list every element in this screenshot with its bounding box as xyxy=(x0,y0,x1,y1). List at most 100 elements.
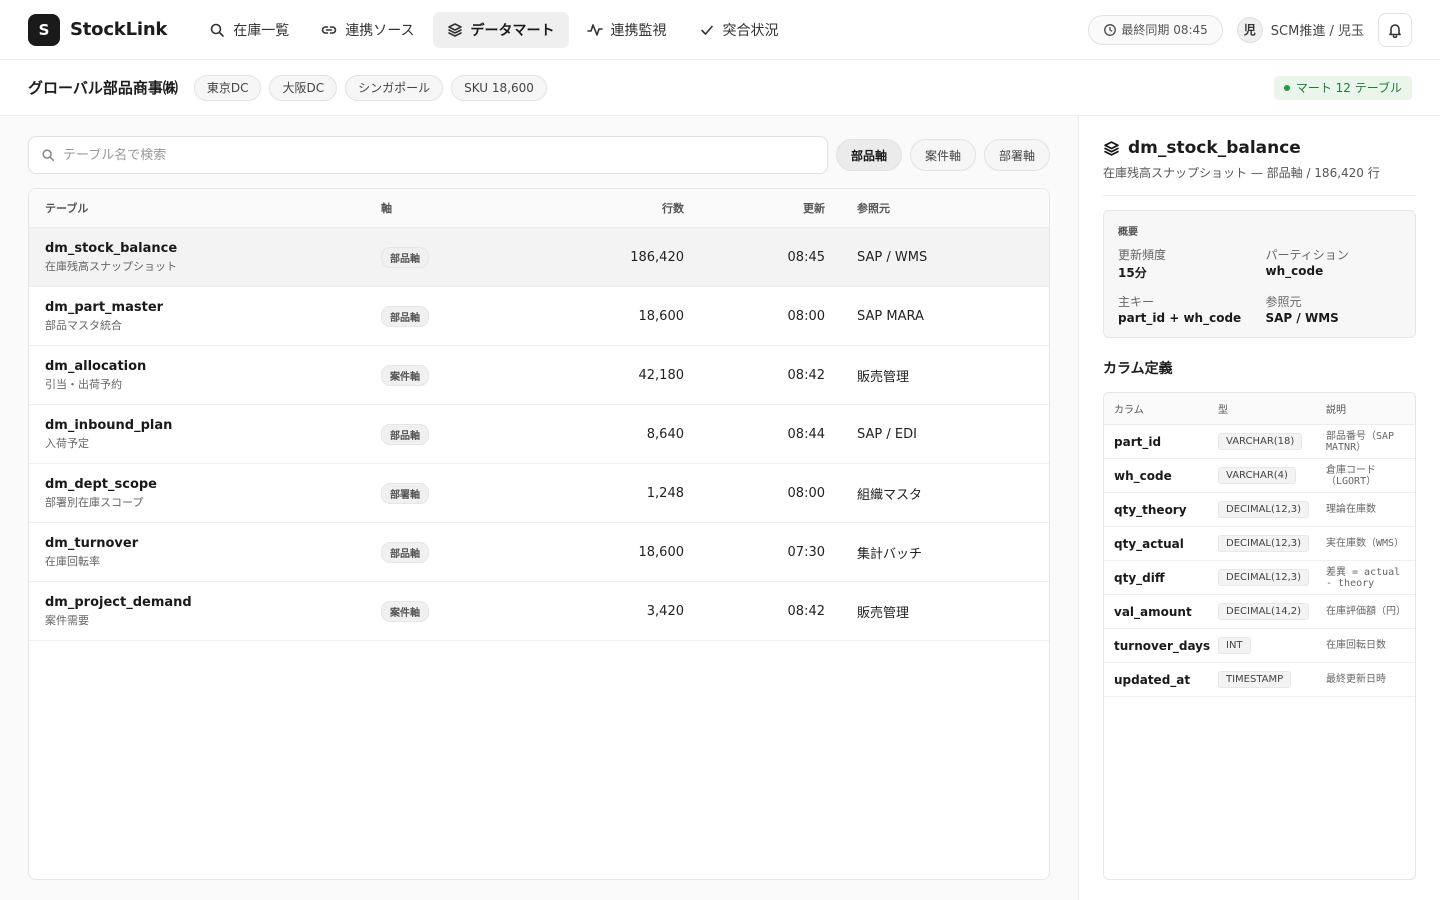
table-name-cell: dm_allocation 引当・出荷予約 xyxy=(45,359,381,392)
column-type-cell: TIMESTAMP xyxy=(1218,671,1326,688)
filter-project-axis[interactable]: 案件軸 xyxy=(909,139,976,171)
search-icon xyxy=(42,149,55,162)
overview-label: パーティション xyxy=(1265,248,1349,262)
app-logo[interactable]: S StockLink xyxy=(28,13,167,46)
detail-subtitle: 在庫残高スナップショット — 部品軸 / 186,420 行 xyxy=(1103,164,1416,196)
header-ref[interactable]: 参照元 xyxy=(825,200,1033,216)
search-input[interactable] xyxy=(63,147,815,163)
user-menu[interactable]: 児 SCM推進 / 児玉 xyxy=(1236,16,1364,43)
table-row[interactable]: dm_part_master 部品マスタ統合 部品軸 18,600 08:00 SAP M… xyxy=(29,287,1049,346)
nav-item-datamart[interactable]: データマート xyxy=(432,11,569,48)
column-name: turnover_days xyxy=(1114,638,1211,653)
column-type: TIMESTAMP xyxy=(1218,671,1292,688)
nav-item-inventory[interactable]: 在庫一覧 xyxy=(195,12,303,48)
column-name: qty_theory xyxy=(1114,502,1187,517)
column-name: part_id xyxy=(1114,434,1162,449)
column-row: updated_at TIMESTAMP 最終更新日時 xyxy=(1104,663,1415,697)
column-name: val_amount xyxy=(1114,604,1192,619)
overview-label: 更新頻度 xyxy=(1118,248,1167,262)
overview-item: 更新頻度 15分 xyxy=(1118,246,1254,281)
column-type-cell: VARCHAR(4) xyxy=(1218,467,1326,484)
search-icon xyxy=(210,23,225,37)
nav-label: 在庫一覧 xyxy=(233,22,290,39)
header-axis[interactable]: 軸 xyxy=(381,200,511,216)
column-type-cell: DECIMAL(12,3) xyxy=(1218,569,1326,586)
column-type-cell: INT xyxy=(1218,637,1326,654)
table-name: dm_turnover xyxy=(45,535,139,551)
table-row[interactable]: dm_allocation 引当・出荷予約 案件軸 42,180 08:42 販売管理 xyxy=(29,346,1049,405)
header-rows[interactable]: 行数 xyxy=(511,200,684,216)
columns-header: カラム 型 説明 xyxy=(1104,393,1415,425)
main-nav: 在庫一覧 連携ソース データマート 連携監視 突合状況 xyxy=(195,11,793,48)
updated-time: 08:42 xyxy=(787,367,825,383)
notifications-button[interactable] xyxy=(1378,12,1412,47)
nav-label: 連携監視 xyxy=(610,22,667,39)
column-type: DECIMAL(12,3) xyxy=(1218,501,1310,518)
column-desc: 実在庫数（WMS） xyxy=(1326,538,1405,549)
header-updated[interactable]: 更新 xyxy=(684,200,825,216)
sync-status[interactable]: 最終同期 08:45 xyxy=(1088,14,1223,45)
table-desc: 部署別在庫スコープ xyxy=(45,495,144,509)
nav-item-monitoring[interactable]: 連携監視 xyxy=(573,12,681,48)
table-row[interactable]: dm_inbound_plan 入荷予定 部品軸 8,640 08:44 SAP / ED… xyxy=(29,405,1049,464)
layers-icon xyxy=(447,22,462,37)
column-desc: 倉庫コード（LGORT） xyxy=(1326,464,1377,487)
nav-label: 突合状況 xyxy=(722,22,779,39)
status-dot xyxy=(1283,84,1290,91)
chip-osaka-dc[interactable]: 大阪DC xyxy=(269,74,338,101)
column-desc: 差異 = actual - theory xyxy=(1326,566,1401,589)
main-area: 部品軸 案件軸 部署軸 テーブル 軸 行数 更新 参照元 dm_stock_ba… xyxy=(0,116,1440,900)
column-row: wh_code VARCHAR(4) 倉庫コード（LGORT） xyxy=(1104,459,1415,493)
table-row[interactable]: dm_dept_scope 部署別在庫スコープ 部署軸 1,248 08:00 組織マスタ xyxy=(29,464,1049,523)
column-type: DECIMAL(12,3) xyxy=(1218,569,1310,586)
nav-item-reconciliation[interactable]: 突合状況 xyxy=(685,12,793,48)
table-body: dm_stock_balance 在庫残高スナップショット 部品軸 186,420 08… xyxy=(29,228,1049,641)
overview-value: wh_code xyxy=(1265,264,1324,278)
topbar-right: 最終同期 08:45 児 SCM推進 / 児玉 xyxy=(1088,12,1412,47)
table-row[interactable]: dm_project_demand 案件需要 案件軸 3,420 08:42 販売管理 xyxy=(29,582,1049,641)
table-desc: 部品マスタ統合 xyxy=(45,318,122,332)
table-desc: 在庫回転率 xyxy=(45,554,100,568)
sync-label: 最終同期 08:45 xyxy=(1121,23,1208,37)
table-desc: 入荷予定 xyxy=(45,436,89,450)
filter-part-axis[interactable]: 部品軸 xyxy=(835,139,902,171)
column-row: qty_diff DECIMAL(12,3) 差異 = actual - theor… xyxy=(1104,561,1415,595)
axis-cell: 部署軸 xyxy=(381,482,511,504)
overview-item: 主キー part_id + wh_code xyxy=(1118,293,1254,325)
col-header-desc: 説明 xyxy=(1326,405,1346,416)
column-type: INT xyxy=(1218,637,1251,654)
col-header-name: カラム xyxy=(1114,405,1144,416)
row-count: 3,420 xyxy=(646,603,684,619)
column-desc: 在庫回転日数 xyxy=(1326,640,1386,651)
axis-cell: 部品軸 xyxy=(381,541,511,563)
table-row[interactable]: dm_stock_balance 在庫残高スナップショット 部品軸 186,420 08… xyxy=(29,228,1049,287)
column-type: DECIMAL(12,3) xyxy=(1218,535,1310,552)
mart-count-label: マート 12 テーブル xyxy=(1295,81,1402,95)
table-header: テーブル 軸 行数 更新 参照元 xyxy=(29,189,1049,228)
axis-tag: 案件軸 xyxy=(381,600,429,622)
table-name: dm_inbound_plan xyxy=(45,417,173,433)
clock-icon xyxy=(1104,23,1117,36)
table-name: dm_project_demand xyxy=(45,594,192,610)
chip-singapore[interactable]: シンガポール xyxy=(345,74,444,101)
row-count: 1,248 xyxy=(646,485,684,501)
updated-time: 08:00 xyxy=(787,308,825,324)
filter-dept-axis[interactable]: 部署軸 xyxy=(983,139,1050,171)
reference-source: SAP / EDI xyxy=(857,426,917,442)
nav-item-sources[interactable]: 連携ソース xyxy=(307,12,428,48)
table-row[interactable]: dm_turnover 在庫回転率 部品軸 18,600 07:30 集計バッチ xyxy=(29,523,1049,582)
table-name-cell: dm_inbound_plan 入荷予定 xyxy=(45,418,381,451)
column-name: updated_at xyxy=(1114,672,1191,687)
column-name: wh_code xyxy=(1114,468,1172,483)
chip-tokyo-dc[interactable]: 東京DC xyxy=(193,74,262,101)
table-name-cell: dm_dept_scope 部署別在庫スコープ xyxy=(45,477,381,510)
updated-time: 07:30 xyxy=(787,544,825,560)
search-box[interactable] xyxy=(28,136,828,174)
overview-value: part_id + wh_code xyxy=(1118,311,1242,325)
reference-source: 組織マスタ xyxy=(857,487,923,503)
chip-sku-count: SKU 18,600 xyxy=(451,74,547,101)
header-table[interactable]: テーブル xyxy=(45,200,381,216)
detail-title: dm_stock_balance xyxy=(1103,138,1416,158)
column-type: DECIMAL(14,2) xyxy=(1218,603,1310,620)
reference-source: 販売管理 xyxy=(857,605,910,621)
